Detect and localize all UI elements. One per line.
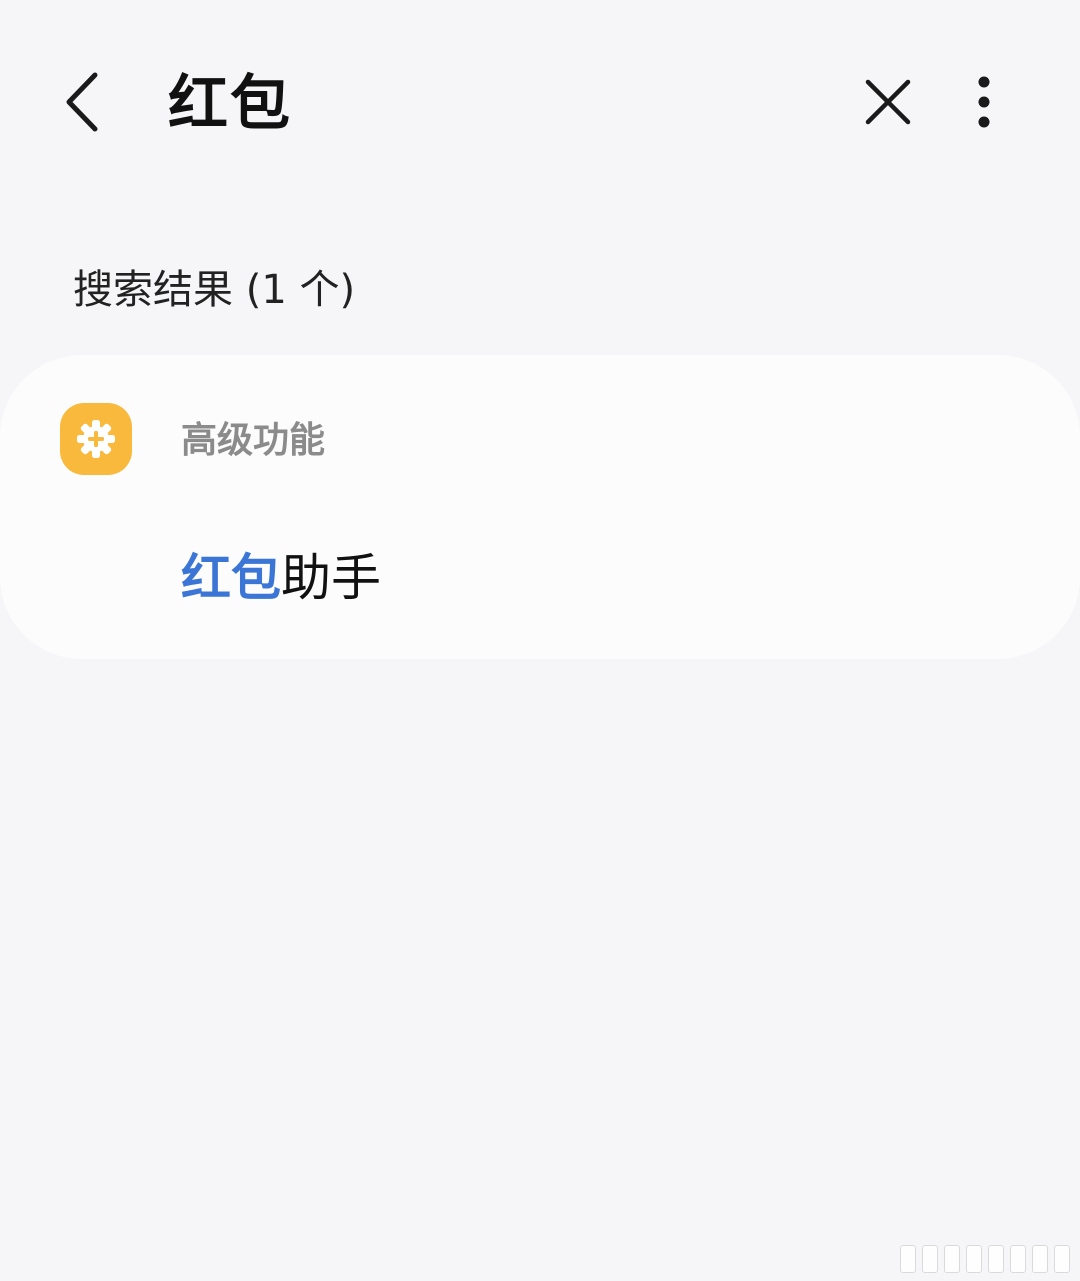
gear-plus-icon: [77, 420, 115, 458]
watermark: [900, 1245, 1070, 1273]
category-label: 高级功能: [181, 420, 326, 461]
search-query-text[interactable]: 红包: [168, 66, 292, 142]
result-highlight-text: 红包: [181, 549, 281, 607]
back-button[interactable]: [50, 62, 114, 142]
result-group-card: 高级功能 红包助手: [0, 355, 1080, 659]
result-rest-text: 助手: [281, 549, 381, 607]
category-icon-container: [60, 403, 132, 475]
close-icon: [865, 79, 911, 125]
chevron-left-icon: [66, 72, 98, 132]
search-results-count: 搜索结果 (1 个): [73, 267, 356, 313]
search-result-item[interactable]: 红包助手: [181, 545, 381, 611]
more-vertical-icon: [978, 76, 990, 128]
top-app-bar: 红包: [0, 0, 1080, 210]
clear-search-button[interactable]: [852, 66, 924, 138]
more-options-button[interactable]: [952, 66, 1016, 138]
